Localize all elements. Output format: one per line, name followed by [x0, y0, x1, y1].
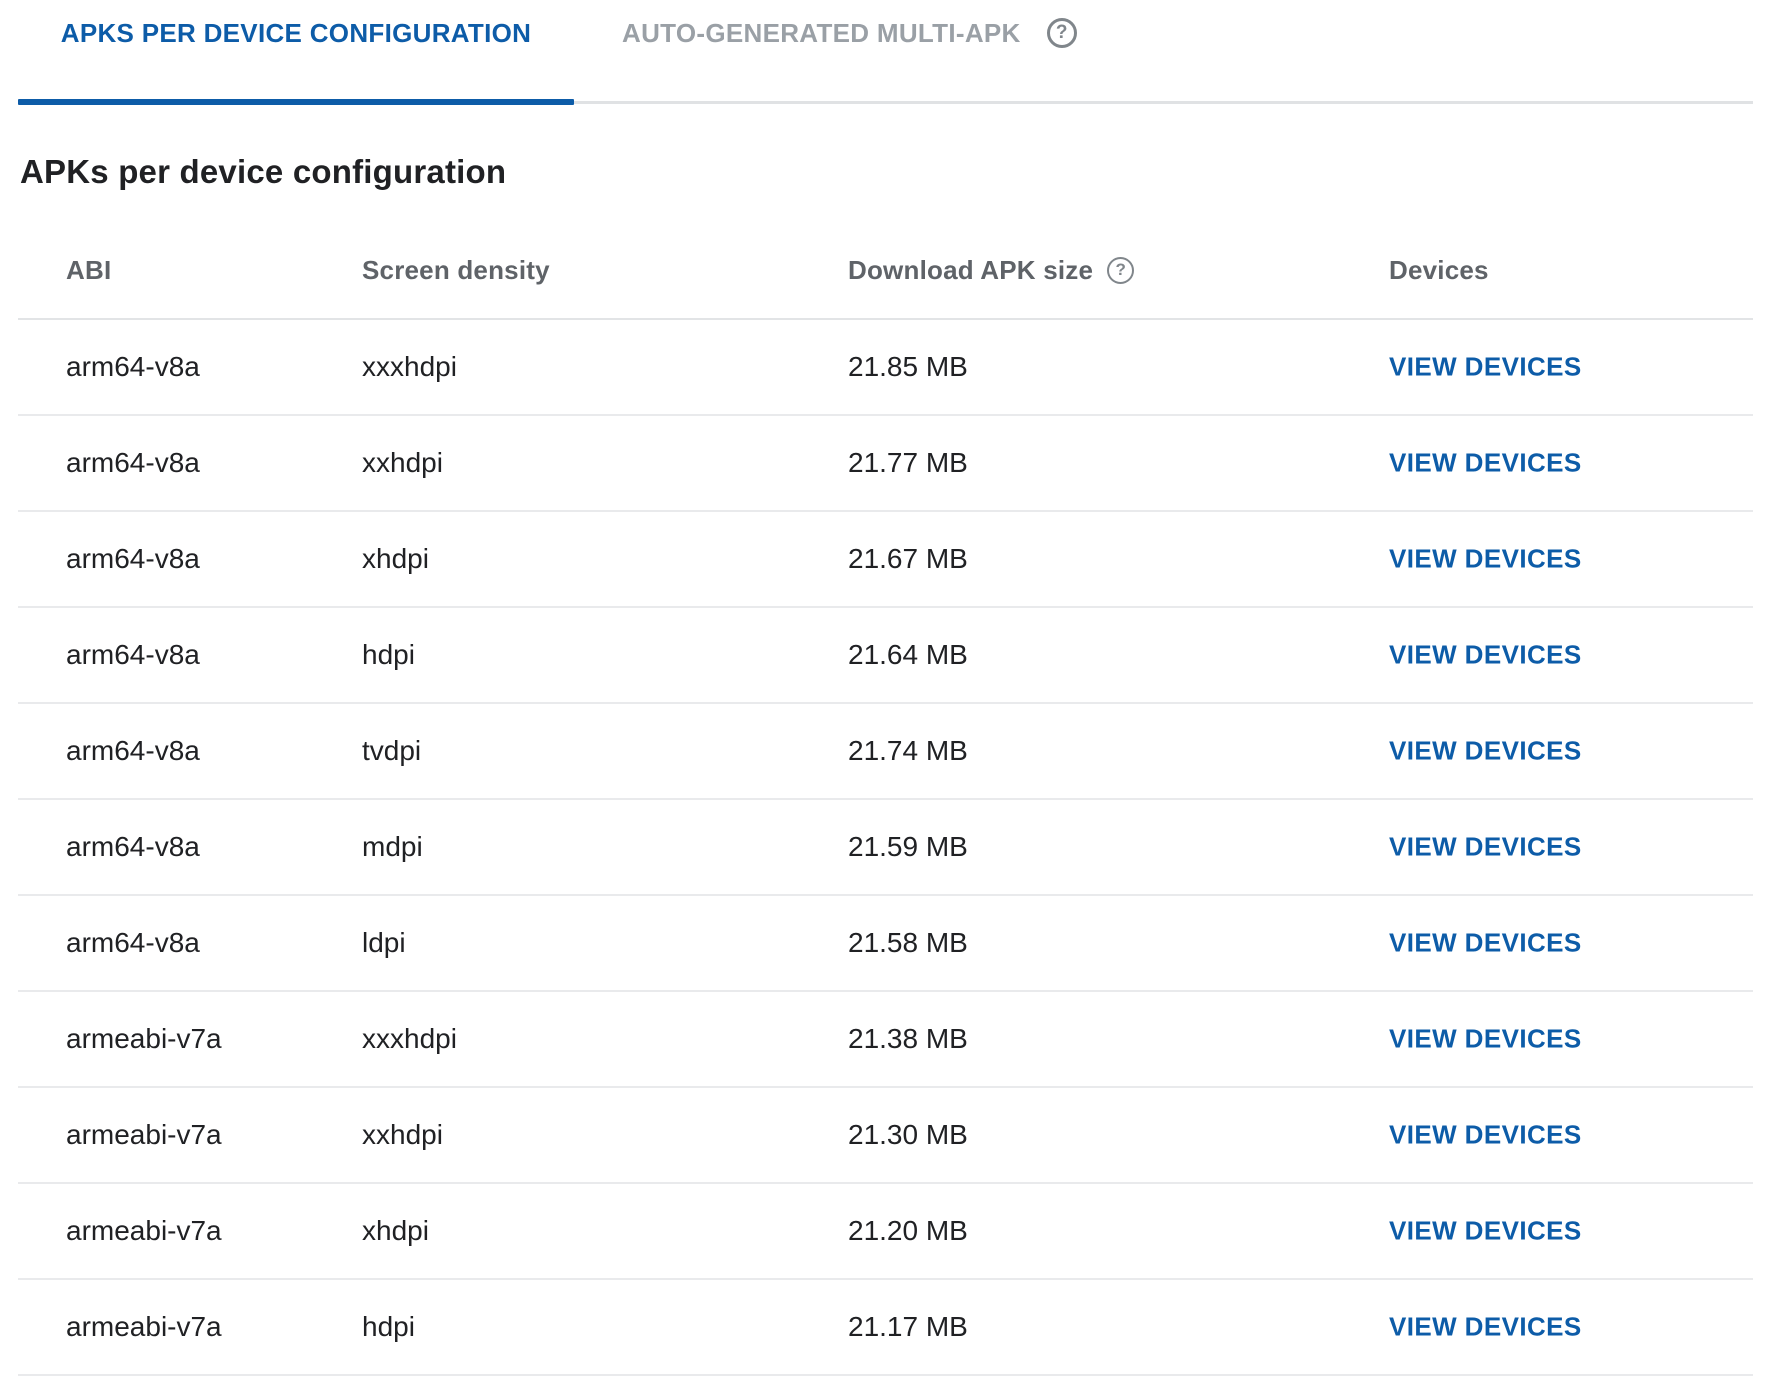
- abi-cell: arm64-v8a: [66, 927, 200, 959]
- table-row: armeabi-v7a xxhdpi 21.30 MB VIEW DEVICES: [18, 1088, 1753, 1184]
- abi-cell: arm64-v8a: [66, 639, 200, 671]
- tab-apks-per-device-configuration[interactable]: APKS PER DEVICE CONFIGURATION: [18, 0, 574, 66]
- screen-density-cell: mdpi: [362, 831, 423, 863]
- abi-cell: arm64-v8a: [66, 831, 200, 863]
- column-header-abi: ABI: [66, 252, 111, 288]
- screen-density-cell: xxxhdpi: [362, 351, 457, 383]
- screen-density-cell: ldpi: [362, 927, 406, 959]
- view-devices-link[interactable]: VIEW DEVICES: [1389, 1216, 1582, 1247]
- apk-configuration-page: APKS PER DEVICE CONFIGURATION AUTO-GENER…: [0, 0, 1772, 1358]
- view-devices-link[interactable]: VIEW DEVICES: [1389, 352, 1582, 383]
- help-icon[interactable]: ?: [1107, 257, 1134, 284]
- apk-size-cell: 21.30 MB: [848, 1119, 968, 1151]
- view-devices-link[interactable]: VIEW DEVICES: [1389, 448, 1582, 479]
- view-devices-link[interactable]: VIEW DEVICES: [1389, 544, 1582, 575]
- abi-cell: armeabi-v7a: [66, 1119, 222, 1151]
- apk-size-cell: 21.17 MB: [848, 1311, 968, 1343]
- table-row: armeabi-v7a hdpi 21.17 MB VIEW DEVICES: [18, 1280, 1753, 1376]
- apk-size-cell: 21.64 MB: [848, 639, 968, 671]
- screen-density-cell: xhdpi: [362, 543, 429, 575]
- abi-cell: arm64-v8a: [66, 351, 200, 383]
- table-row: armeabi-v7a xxxhdpi 21.38 MB VIEW DEVICE…: [18, 992, 1753, 1088]
- view-devices-link[interactable]: VIEW DEVICES: [1389, 736, 1582, 767]
- column-header-download-apk-size: Download APK size ?: [848, 252, 1134, 288]
- apk-size-cell: 21.77 MB: [848, 447, 968, 479]
- screen-density-cell: hdpi: [362, 1311, 415, 1343]
- table-row: arm64-v8a ldpi 21.58 MB VIEW DEVICES: [18, 896, 1753, 992]
- apk-size-cell: 21.20 MB: [848, 1215, 968, 1247]
- tab-label: APKS PER DEVICE CONFIGURATION: [61, 18, 531, 49]
- table-row: arm64-v8a xxxhdpi 21.85 MB VIEW DEVICES: [18, 320, 1753, 416]
- view-devices-link[interactable]: VIEW DEVICES: [1389, 1312, 1582, 1343]
- screen-density-cell: hdpi: [362, 639, 415, 671]
- apk-size-cell: 21.58 MB: [848, 927, 968, 959]
- abi-cell: armeabi-v7a: [66, 1023, 222, 1055]
- screen-density-cell: xxhdpi: [362, 1119, 443, 1151]
- apk-size-cell: 21.67 MB: [848, 543, 968, 575]
- screen-density-cell: xxhdpi: [362, 447, 443, 479]
- view-devices-link[interactable]: VIEW DEVICES: [1389, 640, 1582, 671]
- help-icon[interactable]: ?: [1047, 18, 1077, 48]
- column-header-screen-density: Screen density: [362, 252, 550, 288]
- apk-table-body: arm64-v8a xxxhdpi 21.85 MB VIEW DEVICES …: [18, 320, 1753, 1376]
- active-tab-underline: [18, 99, 574, 105]
- screen-density-cell: xxxhdpi: [362, 1023, 457, 1055]
- table-row: arm64-v8a xhdpi 21.67 MB VIEW DEVICES: [18, 512, 1753, 608]
- tab-label: AUTO-GENERATED MULTI-APK: [622, 18, 1021, 49]
- apk-size-cell: 21.74 MB: [848, 735, 968, 767]
- screen-density-cell: xhdpi: [362, 1215, 429, 1247]
- tab-auto-generated-multi-apk[interactable]: AUTO-GENERATED MULTI-APK ?: [622, 0, 1077, 66]
- abi-cell: armeabi-v7a: [66, 1311, 222, 1343]
- view-devices-link[interactable]: VIEW DEVICES: [1389, 832, 1582, 863]
- abi-cell: arm64-v8a: [66, 447, 200, 479]
- column-header-devices: Devices: [1389, 252, 1489, 288]
- table-row: arm64-v8a hdpi 21.64 MB VIEW DEVICES: [18, 608, 1753, 704]
- table-row: arm64-v8a tvdpi 21.74 MB VIEW DEVICES: [18, 704, 1753, 800]
- apk-size-cell: 21.85 MB: [848, 351, 968, 383]
- apk-size-cell: 21.38 MB: [848, 1023, 968, 1055]
- abi-cell: arm64-v8a: [66, 735, 200, 767]
- view-devices-link[interactable]: VIEW DEVICES: [1389, 1120, 1582, 1151]
- table-row: arm64-v8a xxhdpi 21.77 MB VIEW DEVICES: [18, 416, 1753, 512]
- abi-cell: arm64-v8a: [66, 543, 200, 575]
- abi-cell: armeabi-v7a: [66, 1215, 222, 1247]
- view-devices-link[interactable]: VIEW DEVICES: [1389, 1024, 1582, 1055]
- screen-density-cell: tvdpi: [362, 735, 421, 767]
- page-title: APKs per device configuration: [20, 151, 506, 193]
- column-header-label: Download APK size: [848, 255, 1093, 286]
- table-row: armeabi-v7a xhdpi 21.20 MB VIEW DEVICES: [18, 1184, 1753, 1280]
- apk-size-cell: 21.59 MB: [848, 831, 968, 863]
- table-row: arm64-v8a mdpi 21.59 MB VIEW DEVICES: [18, 800, 1753, 896]
- view-devices-link[interactable]: VIEW DEVICES: [1389, 928, 1582, 959]
